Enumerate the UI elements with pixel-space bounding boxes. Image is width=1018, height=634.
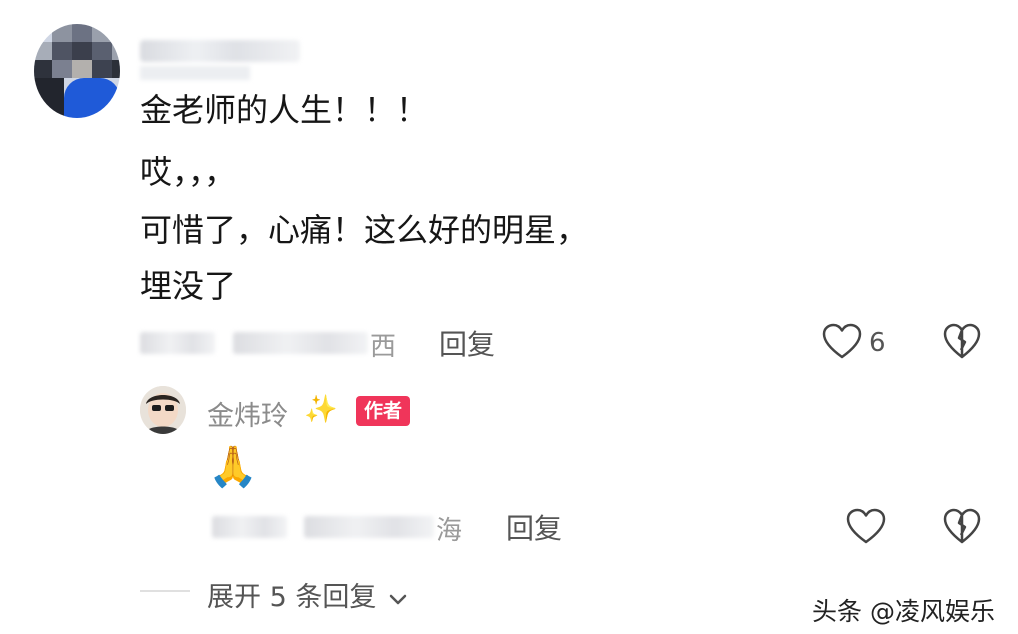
- sparkle-icon: ✨: [304, 394, 338, 425]
- reply-time-blurred: [212, 516, 287, 538]
- heart-broken-icon: [943, 323, 981, 359]
- heart-icon: [846, 508, 886, 544]
- commenter-username-blurred[interactable]: [140, 40, 300, 62]
- comment-dislike-button[interactable]: [943, 323, 981, 361]
- comment-location-blurred: [233, 332, 368, 354]
- chevron-down-icon: [389, 583, 407, 614]
- expand-replies-button[interactable]: 展开 5 条回复: [207, 575, 407, 614]
- expand-divider: [140, 590, 190, 592]
- reply-content-emoji: 🙏: [208, 444, 258, 490]
- author-name[interactable]: 金炜玲: [207, 394, 288, 433]
- reply-location-blurred: [304, 516, 434, 538]
- comment-location-tail: 西: [370, 332, 397, 362]
- author-badge: 作者: [356, 396, 411, 426]
- comment-text-line-2: 哎，，，: [140, 153, 237, 191]
- comment-like-button[interactable]: [822, 323, 862, 361]
- comment-reply-button[interactable]: 回复: [439, 323, 495, 363]
- reply-reply-button[interactable]: 回复: [506, 507, 562, 547]
- comment-text-line-3: 可惜了，心痛！这么好的明星，: [140, 211, 589, 249]
- commenter-subtitle-blurred: [140, 66, 250, 80]
- comment-text-line-4: 埋没了: [140, 267, 237, 305]
- watermark: 头条 @凌风娱乐: [812, 597, 995, 626]
- expand-replies-label: 展开 5 条回复: [207, 582, 377, 613]
- commenter-avatar[interactable]: [34, 24, 120, 118]
- reply-dislike-button[interactable]: [943, 508, 981, 546]
- reply-location-tail: 海: [436, 516, 463, 546]
- comment-text-line-1: 金老师的人生！！！: [140, 91, 429, 129]
- author-avatar-image: [140, 386, 186, 434]
- author-avatar[interactable]: [140, 386, 186, 434]
- comment-like-count: 6: [869, 328, 886, 358]
- reply-like-button[interactable]: [846, 508, 886, 546]
- heart-icon: [822, 323, 862, 359]
- heart-broken-icon: [943, 508, 981, 544]
- comment-time-blurred: [140, 332, 215, 354]
